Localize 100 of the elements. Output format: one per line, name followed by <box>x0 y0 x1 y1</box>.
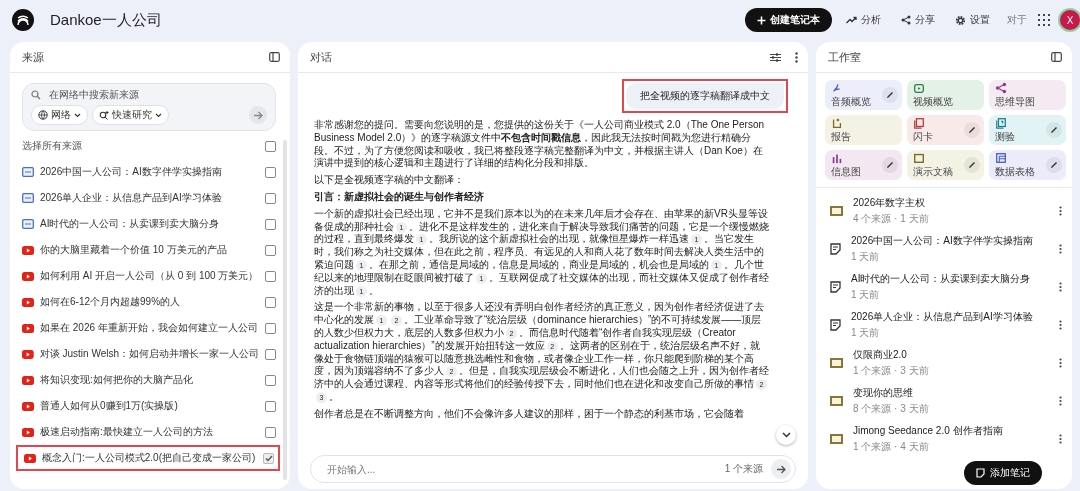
source-title: 概念入门:一人公司模式2.0(把自己变成一家公司) <box>42 451 257 465</box>
checkbox[interactable] <box>265 426 276 438</box>
studio-tool[interactable]: 思维导图 <box>989 80 1066 110</box>
note-icon <box>830 243 841 255</box>
send-button[interactable] <box>771 459 791 479</box>
more-icon[interactable] <box>1059 434 1062 444</box>
pencil-icon <box>886 161 894 169</box>
note-item[interactable]: AI时代的一人公司：从卖课到卖大脑分身 1 天前 <box>816 268 1072 306</box>
quiz-icon <box>995 116 1007 129</box>
note-item[interactable]: 变现你的思维 8 个来源 · 3 天前 <box>816 382 1072 420</box>
edit-button[interactable] <box>1046 157 1062 173</box>
note-meta: 8 个来源 · 3 天前 <box>853 402 930 416</box>
checkbox[interactable] <box>265 270 276 282</box>
settings-button[interactable]: 设置 <box>949 10 996 30</box>
edit-button[interactable] <box>964 157 980 173</box>
panel-toggle-icon[interactable] <box>1051 52 1062 62</box>
studio-tool[interactable]: 视频概览 <box>907 80 984 110</box>
tool-label: 视频概览 <box>913 94 953 109</box>
answer-heading: 引言：新虚拟社会的诞生与创作者经济 <box>314 191 485 204</box>
source-item[interactable]: 如何利用 AI 开启一人公司（从 0 到 100 万美元） <box>16 263 280 289</box>
panel-toggle-icon[interactable] <box>269 52 280 62</box>
checkbox[interactable] <box>265 140 276 152</box>
source-item[interactable]: 2026中国一人公司：AI数字伴学实操指南 <box>16 159 280 185</box>
video-icon <box>22 427 34 437</box>
more-icon[interactable] <box>1059 244 1062 254</box>
more-icon[interactable] <box>1059 358 1062 368</box>
select-all-label: 选择所有来源 <box>22 139 83 153</box>
note-item[interactable]: 2026中国一人公司：AI数字伴学实操指南 1 天前 <box>816 230 1072 268</box>
more-icon[interactable] <box>1059 396 1062 406</box>
tune-icon[interactable] <box>770 52 781 62</box>
studio-tool[interactable]: 数据表格 <box>989 150 1066 180</box>
note-title: 变现你的思维 <box>853 386 914 400</box>
avatar[interactable]: X <box>1058 8 1080 32</box>
search-field[interactable]: 在网络中搜索新来源 <box>49 89 267 100</box>
source-title: 如何利用 AI 开启一人公司（从 0 到 100 万美元） <box>40 269 259 283</box>
source-item[interactable]: 如果在 2026 年重新开始，我会如何建立一人公司 <box>16 315 280 341</box>
studio-tool[interactable]: 演示文稿 <box>907 150 984 180</box>
checkbox[interactable] <box>265 322 276 334</box>
more-icon[interactable] <box>795 51 798 63</box>
analytics-button[interactable]: 分析 <box>840 10 887 30</box>
video-icon <box>22 401 34 411</box>
pencil-icon <box>1050 161 1058 169</box>
note-meta: 1 个来源 · 3 天前 <box>853 364 930 378</box>
source-item[interactable]: 你的大脑里藏着一个价值 10 万美元的产品 <box>16 237 280 263</box>
source-title: 2026单人企业：从信息产品到AI学习体验 <box>40 191 223 205</box>
apps-icon[interactable] <box>1038 14 1050 26</box>
source-item[interactable]: 将知识变现:如何把你的大脑产品化 <box>16 367 280 393</box>
checkbox[interactable] <box>265 244 276 256</box>
studio-tool[interactable]: 测验 <box>989 115 1066 145</box>
note-meta: 1 天前 <box>851 250 881 264</box>
create-notebook-button[interactable]: 创建笔记本 <box>745 8 832 32</box>
edit-button[interactable] <box>964 122 980 138</box>
research-dropdown[interactable]: 快速研究 <box>92 105 169 125</box>
edit-button[interactable] <box>1046 122 1062 138</box>
source-title: AI时代的一人公司：从卖课到卖大脑分身 <box>40 217 221 231</box>
checkbox[interactable] <box>265 374 276 386</box>
source-item[interactable]: 对谈 Justin Welsh：如何启动并增长一家一人公司 <box>16 341 280 367</box>
tool-label: 信息图 <box>831 164 861 179</box>
edit-button[interactable] <box>882 87 898 103</box>
edit-button[interactable] <box>882 157 898 173</box>
checkbox[interactable] <box>265 400 276 412</box>
source-item[interactable]: 普通人如何从0赚到1万(实操版) <box>16 393 280 419</box>
studio-tool[interactable]: 信息图 <box>825 150 902 180</box>
checkbox[interactable] <box>265 166 276 178</box>
checkbox[interactable] <box>265 348 276 360</box>
checkbox[interactable] <box>263 452 274 464</box>
studio-tool[interactable]: 报告 <box>825 115 902 145</box>
studio-tool[interactable]: 闪卡 <box>907 115 984 145</box>
slides-icon <box>830 434 843 444</box>
answer-paragraph: 创作者总是在不断调整方向，他们不会像许多人建议的那样，困于一个静态的利基市场，它会随着 <box>314 407 745 421</box>
add-note-button[interactable]: 添加笔记 <box>964 461 1042 485</box>
submit-button[interactable] <box>249 106 267 124</box>
checkbox[interactable] <box>265 218 276 230</box>
more-icon[interactable] <box>1059 206 1062 216</box>
source-item[interactable]: 极速启动指南:最快建立一人公司的方法 <box>16 419 280 445</box>
share-button[interactable]: 分享 <box>895 10 941 30</box>
note-item[interactable]: 2026年数字主权 4 个来源 · 1 天前 <box>816 192 1072 230</box>
source-item[interactable]: 2026单人企业：从信息产品到AI学习体验 <box>16 185 280 211</box>
web-dropdown[interactable]: 网络 <box>31 105 88 125</box>
share-icon <box>901 15 911 25</box>
note-item[interactable]: 仅限商业2.0 1 个来源 · 3 天前 <box>816 344 1072 382</box>
mindmap-icon <box>995 81 1007 94</box>
scroll-down-button[interactable] <box>776 425 796 445</box>
source-title: 普通人如何从0赚到1万(实操版) <box>40 399 179 413</box>
source-item[interactable]: 如何在6-12个月内超越99%的人 <box>16 289 280 315</box>
source-item[interactable]: 概念入门:一人公司模式2.0(把自己变成一家公司) <box>16 445 280 471</box>
answer-paragraph: 非常感谢您的提问。需要向您说明的是，您提供的这份关于《一人公司商业模式 2.0（The One Person Business Model 2.0）》的逐字稿源文件中不包含时间戳信息，因此我无法按时间戳为您进行精确分段。不过，为了方便您阅读和吸收，我已将整段逐字稿完整翻译为中文，并根据主讲人（Dan Koe）在演讲中提到的核心逻辑和主题进行了详细的结构化分段和排版。 <box>314 119 766 171</box>
slides-icon <box>830 206 843 216</box>
checkbox[interactable] <box>265 192 276 204</box>
more-icon[interactable] <box>1059 282 1062 292</box>
more-icon[interactable] <box>1059 320 1062 330</box>
note-item[interactable]: Jimong Seedance 2.0 创作者指南 1 个来源 · 4 天前 <box>816 420 1072 458</box>
video-icon <box>22 297 34 307</box>
note-item[interactable]: 2026单人企业：从信息产品到AI学习体验 1 天前 <box>816 306 1072 344</box>
source-title: 如果在 2026 年重新开始，我会如何建立一人公司 <box>40 321 259 335</box>
search-sparkle-icon <box>99 110 109 120</box>
studio-tool[interactable]: 音频概览 <box>825 80 902 110</box>
source-item[interactable]: AI时代的一人公司：从卖课到卖大脑分身 <box>16 211 280 237</box>
slides-icon <box>913 151 925 164</box>
checkbox[interactable] <box>265 296 276 308</box>
